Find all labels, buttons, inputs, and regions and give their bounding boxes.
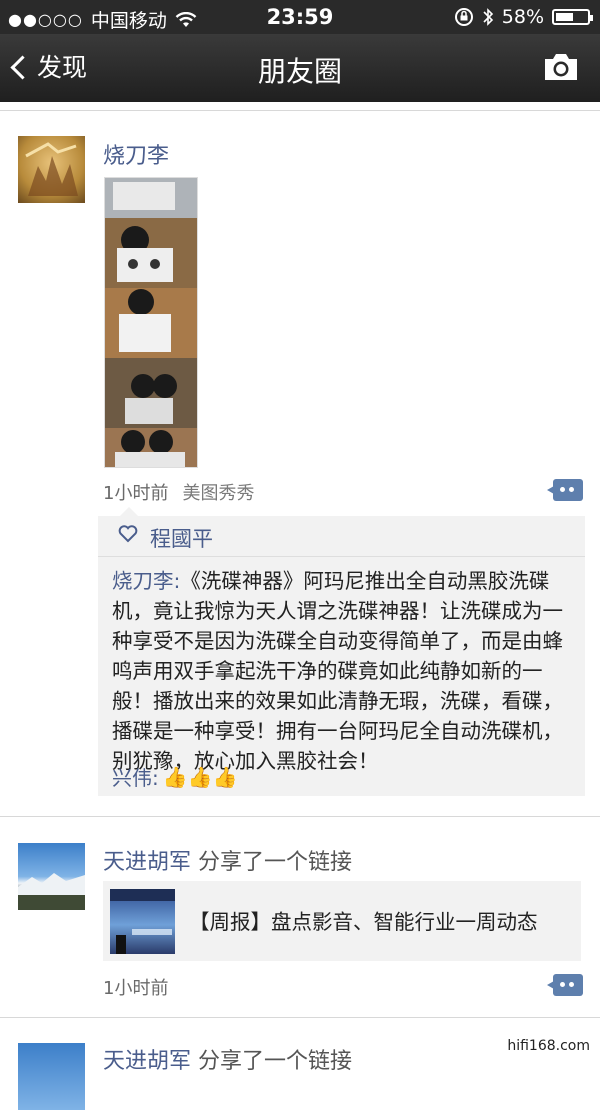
comment: 烧刀李:《洗碟神器》阿玛尼推出全自动黑胶洗碟机，竟让我惊为天人谓之洗碟神器！让洗…: [112, 566, 580, 776]
comment-text: 《洗碟神器》阿玛尼推出全自动黑胶洗碟机，竟让我惊为天人谓之洗碟神器！让洗碟成为一…: [112, 569, 563, 773]
divider: [0, 110, 600, 111]
avatar[interactable]: [18, 843, 85, 910]
post-action: 分享了一个链接: [198, 1049, 353, 1074]
comment-icon[interactable]: [547, 974, 583, 996]
link-title: 【周报】盘点影音、智能行业一周动态: [189, 910, 538, 934]
post-source[interactable]: 美图秀秀: [182, 483, 254, 504]
post-header: 天进胡军 分享了一个链接: [103, 1043, 352, 1075]
post-header: 天进胡军 分享了一个链接: [103, 844, 352, 876]
avatar[interactable]: [18, 136, 85, 203]
bluetooth-icon: [483, 8, 493, 26]
comment: 兴伟: 👍👍👍: [112, 762, 237, 791]
battery-percent: 58%: [501, 6, 544, 28]
post-image[interactable]: [104, 177, 198, 468]
post-author[interactable]: 天进胡军: [103, 850, 191, 875]
post-meta: 1小时前 美图秀秀: [103, 479, 254, 505]
post-action: 分享了一个链接: [198, 850, 353, 875]
avatar[interactable]: [18, 1043, 85, 1110]
likes-row: 程國平: [98, 516, 585, 557]
link-thumbnail: [110, 889, 175, 954]
post-author[interactable]: 烧刀李: [103, 138, 169, 170]
camera-icon[interactable]: [542, 52, 580, 82]
comment-author[interactable]: 烧刀李:: [112, 569, 180, 593]
post-meta: 1小时前: [103, 974, 168, 1000]
liker-name[interactable]: 程國平: [150, 523, 213, 553]
divider: [0, 1017, 600, 1018]
page-title: 朋友圈: [257, 55, 342, 88]
battery-fill: [556, 13, 573, 21]
status-bar: ●●○○○ 中国移动 23:59 58%: [0, 0, 600, 34]
link-card[interactable]: 【周报】盘点影音、智能行业一周动态: [103, 881, 581, 961]
watermark: hifi168.com: [507, 1038, 590, 1054]
post-time: 1小时前: [103, 483, 169, 504]
post-author[interactable]: 天进胡军: [103, 1049, 191, 1074]
battery-icon: [552, 9, 593, 25]
comment-author[interactable]: 兴伟:: [112, 762, 159, 791]
heart-icon: [118, 525, 138, 543]
comment-box: 程國平 烧刀李:《洗碟神器》阿玛尼推出全自动黑胶洗碟机，竟让我惊为天人谓之洗碟神…: [98, 507, 585, 796]
nav-bar: 发现 朋友圈: [0, 34, 600, 102]
comment-icon[interactable]: [547, 479, 583, 501]
comment-text: 👍👍👍: [162, 764, 238, 789]
rotation-lock-icon: [454, 8, 473, 26]
post-time: 1小时前: [103, 978, 169, 999]
divider: [0, 816, 600, 817]
